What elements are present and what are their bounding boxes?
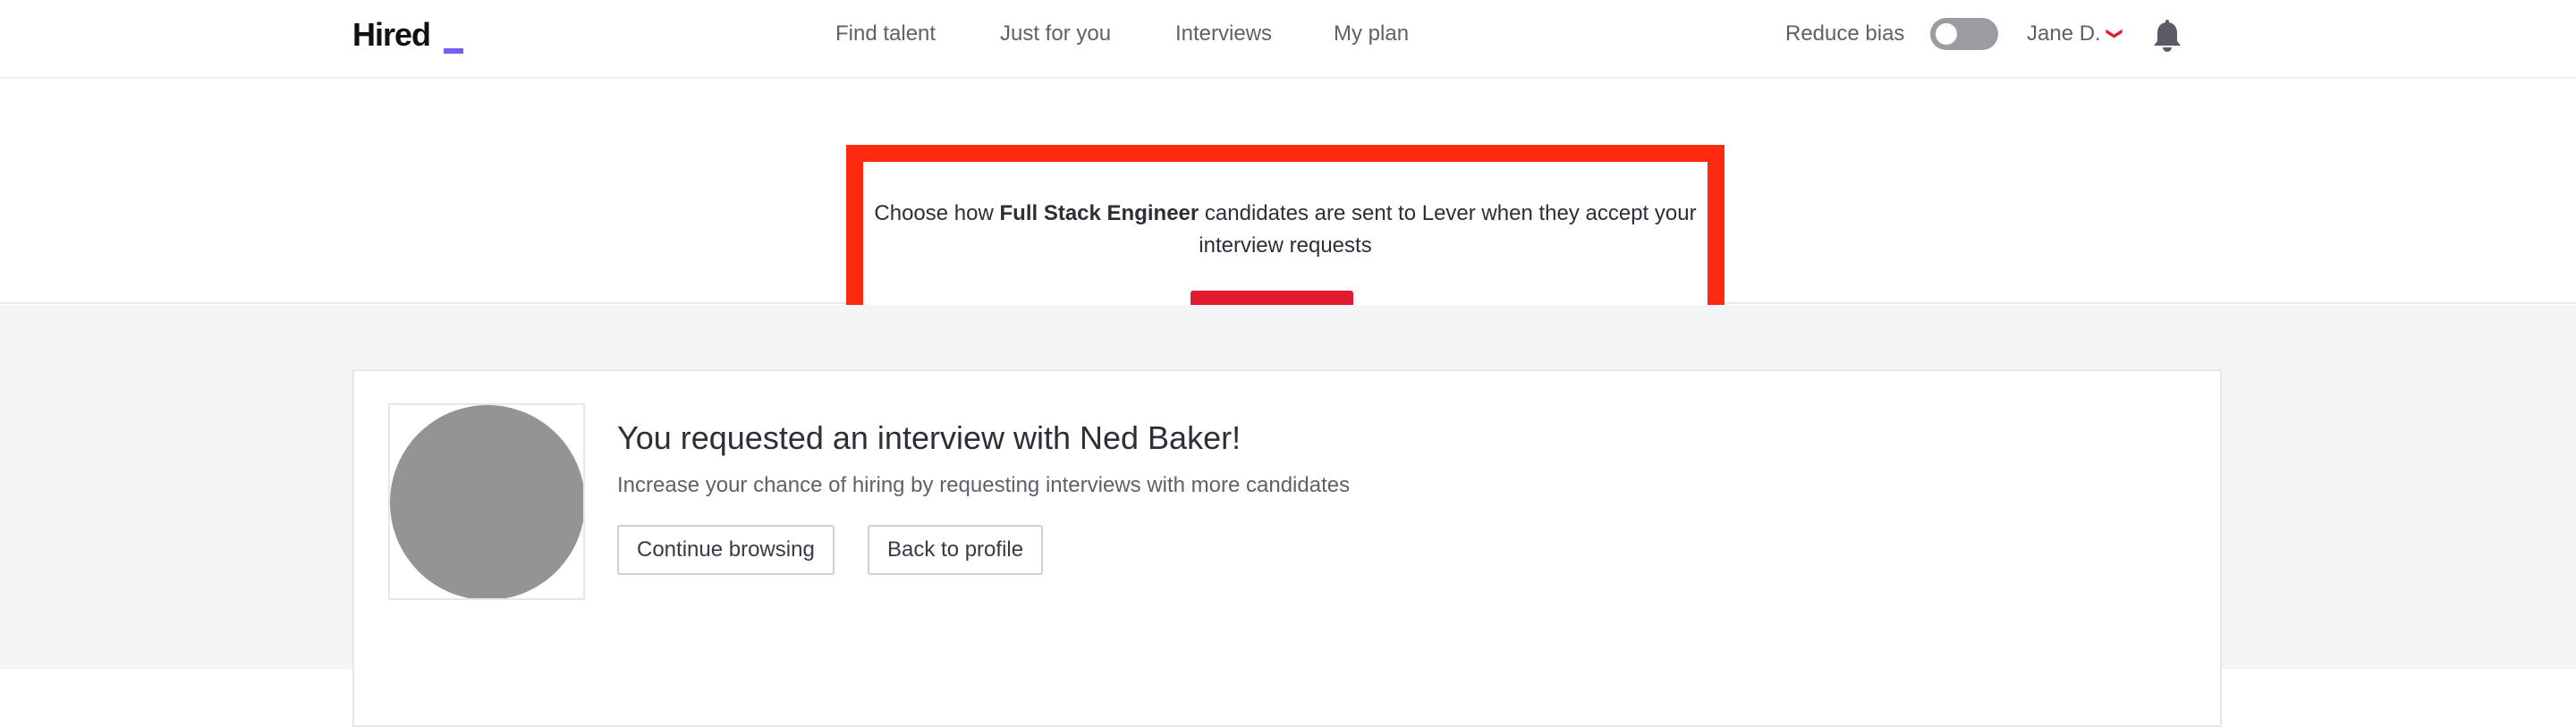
reduce-bias-label: Reduce bias bbox=[1785, 21, 1905, 46]
nav-find-talent[interactable]: Find talent bbox=[835, 21, 936, 46]
back-to-profile-button[interactable]: Back to profile bbox=[868, 525, 1044, 575]
candidate-avatar bbox=[390, 405, 583, 598]
nav-my-plan[interactable]: My plan bbox=[1334, 21, 1409, 46]
logo-underscore-mark bbox=[444, 48, 463, 54]
bell-icon[interactable] bbox=[2152, 20, 2182, 54]
link-job-instructions: Choose how Full Stack Engineer candidate… bbox=[863, 198, 1707, 262]
continue-browsing-button[interactable]: Continue browsing bbox=[617, 525, 835, 575]
user-name: Jane D. bbox=[2027, 21, 2101, 46]
interview-confirmation-card: You requested an interview with Ned Bake… bbox=[352, 369, 2222, 727]
confirmation-subtitle: Increase your chance of hiring by reques… bbox=[617, 473, 1351, 497]
reduce-bias-toggle[interactable] bbox=[1930, 18, 1998, 50]
instructions-text-end: candidates are sent to Lever when they a… bbox=[1199, 201, 1697, 258]
nav-just-for-you[interactable]: Just for you bbox=[1000, 21, 1111, 46]
main-content: You requested an interview with Ned Bake… bbox=[0, 305, 2576, 727]
chevron-down-icon: ❯ bbox=[2106, 26, 2124, 41]
top-navigation-bar: Hired Find talent Just for you Interview… bbox=[0, 0, 2576, 79]
confirmation-title: You requested an interview with Ned Bake… bbox=[617, 419, 1241, 456]
toggle-knob bbox=[1936, 23, 1957, 45]
instructions-text-start: Choose how bbox=[874, 201, 1000, 225]
job-title: Full Stack Engineer bbox=[999, 201, 1199, 225]
nav-interviews[interactable]: Interviews bbox=[1175, 21, 1272, 46]
link-job-banner-area: Choose how Full Stack Engineer candidate… bbox=[0, 79, 2576, 381]
user-menu[interactable]: Jane D. ❯ bbox=[2027, 21, 2124, 46]
hired-logo[interactable]: Hired bbox=[352, 16, 431, 54]
candidate-photo-frame bbox=[388, 403, 585, 600]
